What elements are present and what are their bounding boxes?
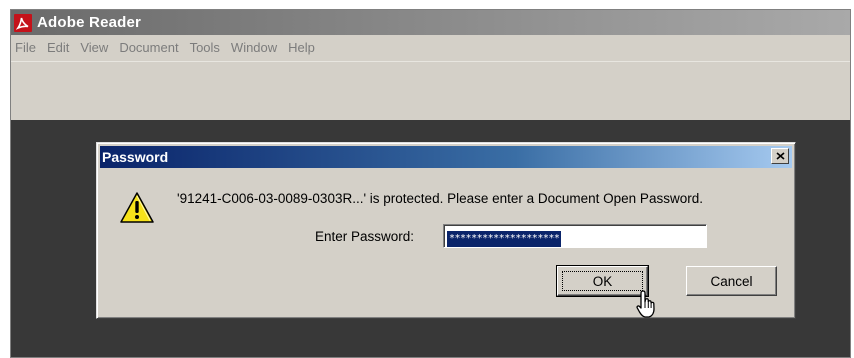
password-dialog: Password '91241-C006-03-0089-0303R...' i… xyxy=(96,142,796,319)
focus-rectangle xyxy=(562,271,643,291)
password-value: ******************** xyxy=(447,231,562,247)
menu-tools[interactable]: Tools xyxy=(184,38,225,58)
dialog-title: Password xyxy=(102,149,169,165)
password-field[interactable]: ******************** xyxy=(443,224,707,248)
menubar: File Edit View Document Tools Window Hel… xyxy=(11,35,850,61)
menu-window[interactable]: Window xyxy=(225,38,282,58)
protected-message: '91241-C006-03-0089-0303R...' is protect… xyxy=(177,191,703,206)
adobe-reader-logo-icon xyxy=(14,13,32,32)
menu-help[interactable]: Help xyxy=(282,38,320,58)
cancel-button-label: Cancel xyxy=(710,273,753,289)
close-icon xyxy=(775,152,785,160)
app-title: Adobe Reader xyxy=(37,14,142,31)
menu-view[interactable]: View xyxy=(74,38,113,58)
adobe-reader-window: Adobe Reader File Edit View Document Too… xyxy=(10,9,851,358)
menu-edit[interactable]: Edit xyxy=(41,38,74,58)
toolbar-area xyxy=(11,61,850,121)
menu-file[interactable]: File xyxy=(11,38,41,58)
close-button[interactable] xyxy=(771,148,789,164)
dialog-titlebar: Password xyxy=(100,146,792,168)
cancel-button[interactable]: Cancel xyxy=(686,266,777,296)
password-label: Enter Password: xyxy=(315,229,415,244)
menu-document[interactable]: Document xyxy=(113,38,183,58)
app-titlebar: Adobe Reader xyxy=(11,10,850,35)
hand-pointer-cursor-icon xyxy=(636,290,655,318)
warning-icon xyxy=(120,192,154,223)
